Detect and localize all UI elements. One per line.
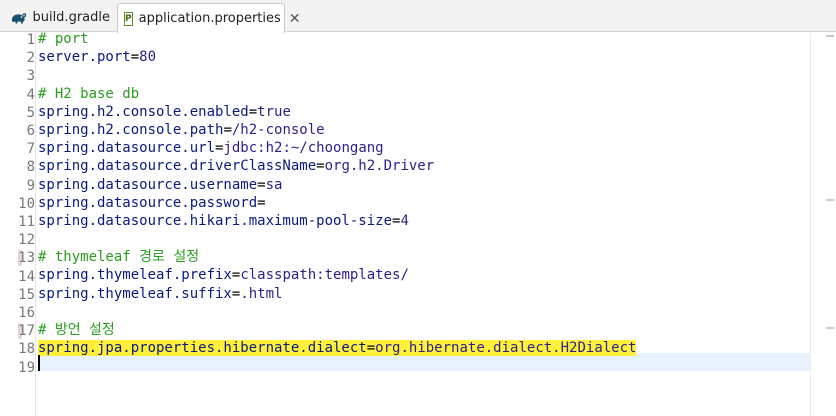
ruler-mark [826,35,834,37]
token-key: spring.thymeleaf.suffix [38,285,232,302]
code-line[interactable]: spring.datasource.password= [38,194,810,212]
line-number: 1 [26,32,35,48]
token-val: classpath:templates/ [240,267,409,284]
line-number: 11 [18,214,35,230]
tab-label: application.properties [138,11,281,26]
line-number: 6 [26,123,35,139]
token-comment: # H2 base db [38,85,140,102]
code-line[interactable]: # port [38,30,810,48]
token-comment: # thymeleaf 경로 설정 [38,249,200,266]
code-line[interactable]: # H2 base db [38,85,810,103]
line-number: 4 [26,86,35,103]
line-number: 17 [18,323,35,340]
ruler-mark [826,327,834,329]
token-key: spring.datasource.url [38,140,216,157]
editor-tab-bar: build.gradle P application.properties ✕ [0,0,836,33]
code-line[interactable] [38,230,810,248]
overview-ruler[interactable] [810,33,836,416]
tab-application-properties[interactable]: P application.properties ✕ [117,3,301,33]
code-line[interactable]: spring.datasource.driverClassName=org.h2… [38,157,810,175]
token-val: org.h2.Driver [324,158,435,175]
token-eq: = [223,121,232,138]
properties-file-icon: P [124,11,133,26]
code-line[interactable]: spring.thymeleaf.suffix=.html [38,285,810,303]
code-line[interactable]: spring.datasource.url=jdbc:h2:~/choongan… [38,139,810,157]
code-line[interactable] [38,357,810,375]
token-comment: # 방언 설정 [38,322,115,338]
code-editor[interactable]: # port server.port=80 # H2 base db spring.h… [38,30,810,376]
token-eq: = [316,158,325,175]
line-number: 2 [26,50,35,67]
text-caret [38,355,40,371]
close-icon[interactable]: ✕ [289,11,301,27]
tab-label: build.gradle [32,10,110,25]
ruler-mark [826,199,834,201]
line-number: 13 [18,250,35,267]
gradle-elephant-icon [11,12,27,23]
line-number: 18 [18,341,35,358]
code-line[interactable] [38,303,810,321]
code-line[interactable]: spring.h2.console.enabled=true [38,103,810,121]
token-key: spring.jpa.properties.hibernate.dialect [38,340,367,357]
line-number: 16 [18,305,35,321]
token-val: org.hibernate.dialect.H2Dialect [375,340,637,357]
token-val: 4 [400,212,409,229]
line-number: 9 [26,177,35,194]
token-eq: = [366,340,376,357]
token-val: jdbc:h2:~/choongang [223,140,384,157]
token-val: sa [265,176,283,193]
token-eq: = [257,194,266,211]
line-number-gutter: 1 2 3 4 5 6 7 8 9 10 11 12 13 14 15 16 17 18 19 [0,32,36,416]
line-number: 14 [18,268,35,285]
code-line[interactable]: spring.datasource.hikari.maximum-pool-si… [38,212,810,230]
code-line[interactable]: # thymeleaf 경로 설정 [38,248,810,266]
line-number: 10 [18,195,35,212]
tab-build-gradle[interactable]: build.gradle [6,3,110,32]
token-val: 80 [139,49,157,66]
code-line[interactable] [38,66,810,84]
token-key: spring.datasource.password [38,194,258,211]
token-key: spring.datasource.hikari.maximum-pool-si… [38,212,393,229]
line-number: 5 [26,104,35,121]
code-line[interactable]: spring.thymeleaf.prefix=classpath:templa… [38,266,810,284]
line-number: 12 [18,232,35,249]
line-number: 19 [18,359,35,376]
code-line[interactable]: server.port=80 [38,48,810,66]
token-key: spring.h2.console.path [38,121,224,138]
token-key: spring.datasource.driverClassName [38,158,317,175]
token-eq: = [257,176,266,193]
token-eq: = [130,49,140,66]
code-line[interactable]: spring.datasource.username=sa [38,176,810,194]
line-number: 15 [18,286,35,303]
line-number: 7 [26,141,35,158]
code-line[interactable]: spring.h2.console.path=/h2-console [38,121,810,139]
token-key: spring.datasource.username [38,176,258,193]
token-key: spring.h2.console.enabled [38,103,249,120]
token-comment: # port [38,31,89,47]
token-key: server.port [38,49,131,66]
line-number: 8 [26,159,35,176]
token-eq: = [248,103,258,120]
token-key: spring.thymeleaf.prefix [38,267,232,284]
code-line[interactable]: # 방언 설정 [38,321,810,339]
token-val: true [257,103,291,120]
line-number: 3 [26,68,35,85]
token-val: /h2-console [231,121,325,138]
code-line[interactable]: spring.jpa.properties.hibernate.dialect=… [38,339,810,357]
token-val: .html [240,285,283,302]
